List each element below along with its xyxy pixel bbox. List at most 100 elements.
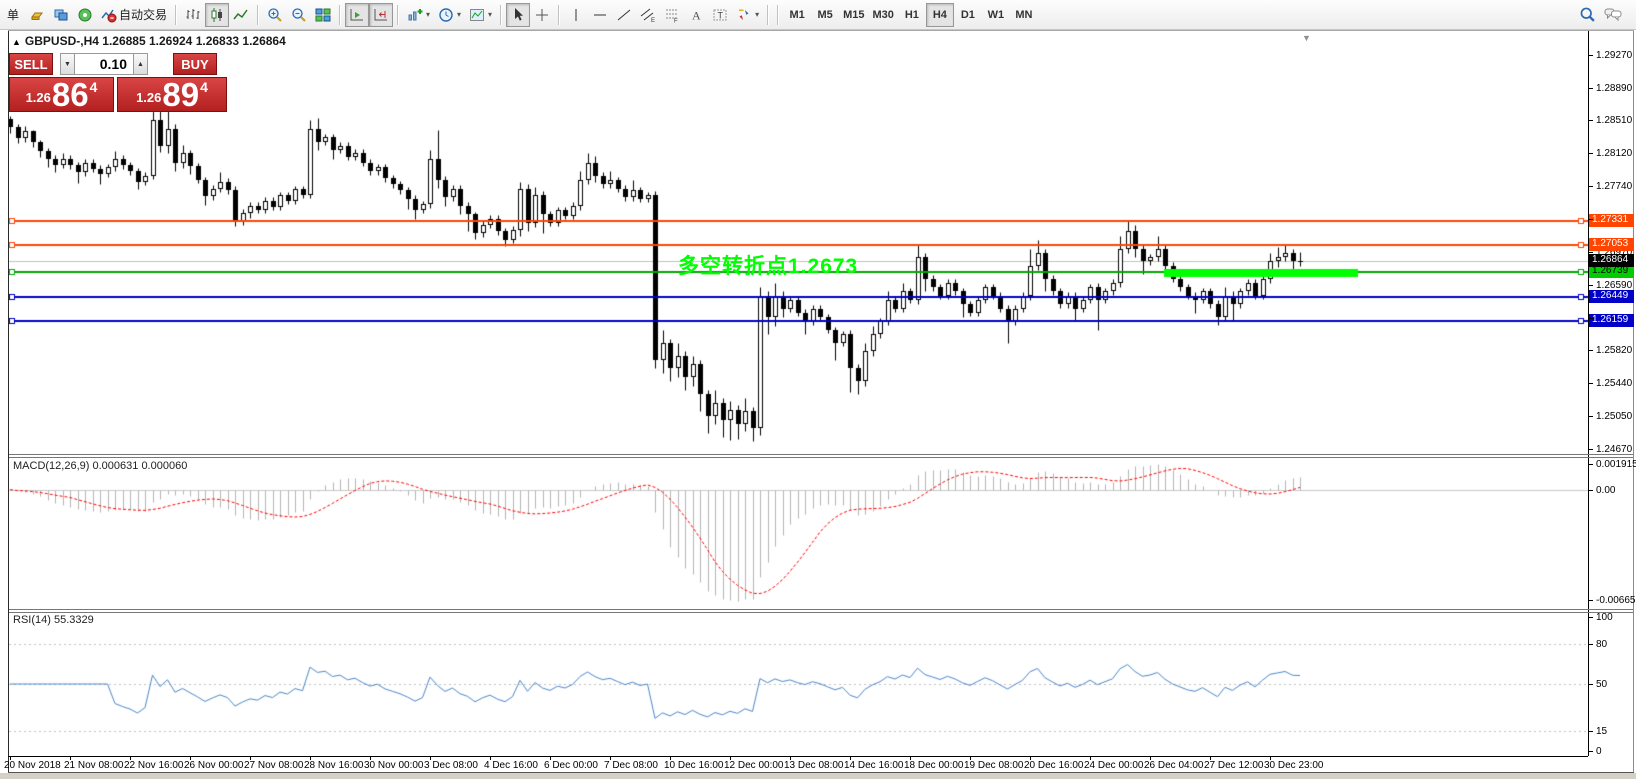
price-tick: [1588, 55, 1593, 56]
rsi-value: 55.3329: [54, 614, 94, 626]
chart-shift-button[interactable]: [369, 3, 393, 27]
time-label: 27 Nov 08:00: [244, 760, 304, 771]
timeframe-m5[interactable]: M5: [811, 3, 839, 27]
time-axis[interactable]: 20 Nov 201821 Nov 08:0022 Nov 16:0026 No…: [0, 757, 1636, 772]
new-order-button[interactable]: 单: [1, 3, 25, 27]
rsi-axis-label: 50: [1596, 679, 1607, 690]
toolbar-separator: [175, 5, 177, 25]
price-tick-label: 1.25820: [1596, 345, 1632, 356]
pane-separator[interactable]: [9, 454, 1633, 455]
tile-windows-button[interactable]: [311, 3, 335, 27]
new-order-button-label: 单: [7, 6, 19, 23]
main-chart-canvas[interactable]: [9, 31, 1588, 454]
periods-button[interactable]: ▾: [434, 3, 465, 27]
price-tick: [1588, 318, 1593, 319]
svg-text:T: T: [718, 10, 724, 20]
time-label: 3 Dec 08:00: [424, 760, 478, 771]
rsi-canvas[interactable]: [9, 613, 1588, 755]
macd-axis-label: 0.001915: [1596, 459, 1636, 470]
fibonacci-button[interactable]: F: [660, 3, 684, 27]
time-tick: [1030, 756, 1031, 760]
price-tick-label: 1.24670: [1596, 444, 1632, 455]
timeframe-m30[interactable]: M30: [868, 3, 897, 27]
label-button[interactable]: T: [708, 3, 732, 27]
timeframe-mn[interactable]: MN: [1010, 3, 1038, 27]
collapse-icon[interactable]: ▲: [12, 37, 21, 47]
zoom-out-button[interactable]: [287, 3, 311, 27]
chart-shift-marker-icon[interactable]: ▼: [1302, 33, 1311, 43]
candlestick-button[interactable]: [205, 3, 229, 27]
time-tick: [670, 756, 671, 760]
rsi-axis-label: 0: [1596, 746, 1602, 757]
volume-input[interactable]: [75, 53, 133, 75]
toolbar-separator: [257, 5, 259, 25]
volume-decrease-button[interactable]: ▼: [60, 53, 75, 75]
time-tick: [1270, 756, 1271, 760]
price-level-label: 1.27053: [1589, 238, 1634, 251]
text-button[interactable]: A: [684, 3, 708, 27]
annotation-text[interactable]: 多空转折点1.2673: [678, 250, 858, 280]
timeframe-m15[interactable]: M15: [839, 3, 868, 27]
channel-button[interactable]: E: [636, 3, 660, 27]
signal-icon[interactable]: [73, 3, 97, 27]
sell-price-box[interactable]: 1.26 86 4: [9, 77, 114, 112]
timeframe-w1[interactable]: W1: [982, 3, 1010, 27]
price-tick: [1588, 600, 1593, 601]
time-label: 10 Dec 16:00: [664, 760, 724, 771]
chat-icon[interactable]: [1600, 2, 1626, 26]
time-tick: [490, 756, 491, 760]
pane-separator[interactable]: [9, 609, 1633, 610]
trendline-button[interactable]: [612, 3, 636, 27]
gold-bar-icon[interactable]: [25, 3, 49, 27]
cursor-button[interactable]: [506, 3, 530, 27]
line-chart-button[interactable]: [229, 3, 253, 27]
buy-price-sup: 4: [200, 79, 208, 95]
indicators-button[interactable]: ▾: [403, 3, 434, 27]
price-tick-label: 1.29270: [1596, 50, 1632, 61]
sell-button[interactable]: SELL: [9, 53, 53, 75]
community-icon[interactable]: [49, 3, 73, 27]
timeframe-h1[interactable]: H1: [898, 3, 926, 27]
time-label: 20 Dec 16:00: [1024, 760, 1084, 771]
time-tick: [10, 756, 11, 760]
search-icon[interactable]: [1575, 2, 1600, 26]
price-tick: [1588, 153, 1593, 154]
price-tick: [1588, 383, 1593, 384]
macd-canvas[interactable]: [9, 458, 1588, 608]
sell-price-sup: 4: [90, 79, 98, 95]
price-tick: [1588, 684, 1593, 685]
toolbar-separator: [339, 5, 341, 25]
time-tick: [370, 756, 371, 760]
horizontal-line-button[interactable]: [588, 3, 612, 27]
price-level-label: 1.27331: [1589, 214, 1634, 227]
price-axis[interactable]: 1.292701.288901.285101.281201.277401.273…: [1589, 31, 1636, 756]
templates-button[interactable]: ▾: [465, 3, 496, 27]
arrows-button[interactable]: ▾: [732, 3, 763, 27]
time-tick: [910, 756, 911, 760]
chart-title-text: GBPUSD-,H4 1.26885 1.26924 1.26833 1.268…: [25, 34, 286, 48]
time-tick: [790, 756, 791, 760]
zoom-in-button[interactable]: [263, 3, 287, 27]
auto-scroll-button[interactable]: [345, 3, 369, 27]
buy-button[interactable]: BUY: [173, 53, 217, 75]
timeframe-m1[interactable]: M1: [783, 3, 811, 27]
timeframe-d1[interactable]: D1: [954, 3, 982, 27]
volume-increase-button[interactable]: ▲: [133, 53, 148, 75]
bar-chart-button[interactable]: [181, 3, 205, 27]
price-tick: [1588, 731, 1593, 732]
auto-trading-button[interactable]: 自动交易: [97, 3, 171, 27]
buy-price-box[interactable]: 1.26 89 4: [117, 77, 227, 112]
price-tick: [1588, 490, 1593, 491]
macd-signal-value: 0.000060: [141, 460, 187, 472]
time-tick: [1150, 756, 1151, 760]
rsi-axis-label: 15: [1596, 726, 1607, 737]
crosshair-button[interactable]: [530, 3, 554, 27]
price-tick-label: 1.28890: [1596, 83, 1632, 94]
time-tick: [730, 756, 731, 760]
buy-price-big: 89: [162, 81, 199, 108]
vertical-line-button[interactable]: [564, 3, 588, 27]
time-label: 18 Dec 00:00: [904, 760, 964, 771]
timeframe-h4[interactable]: H4: [926, 3, 954, 27]
toolbar-right-icons: [1575, 2, 1626, 26]
price-tick: [1588, 617, 1593, 618]
